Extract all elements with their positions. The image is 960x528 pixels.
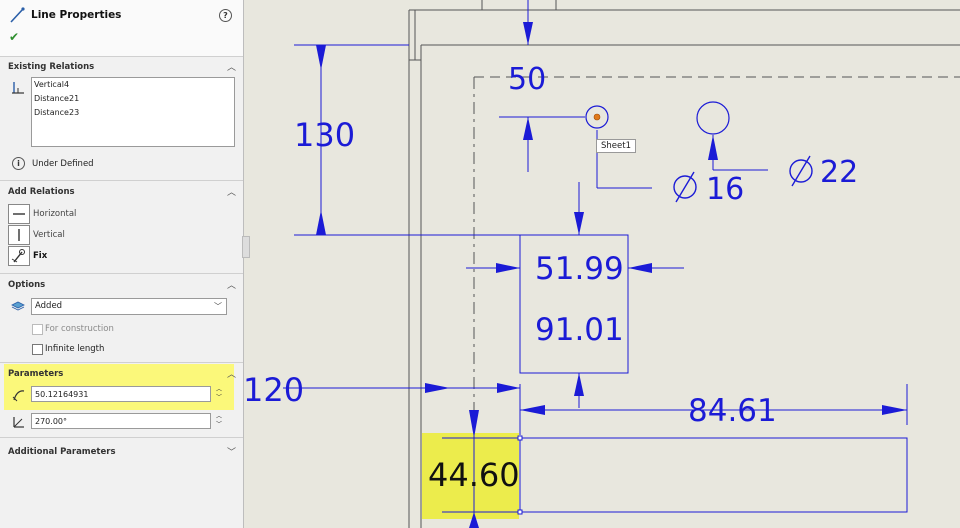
options-selected-value: Added: [35, 301, 63, 311]
for-construction-label: For construction: [45, 324, 114, 334]
dimension-130[interactable]: 130: [294, 116, 355, 154]
help-icon[interactable]: ?: [219, 9, 232, 22]
dimension-91-01[interactable]: 91.01: [535, 312, 624, 348]
divider: [0, 180, 243, 181]
infinite-length-label: Infinite length: [45, 344, 105, 354]
dimension-diameter-16[interactable]: 16: [706, 172, 744, 207]
list-item[interactable]: Vertical4: [32, 78, 234, 92]
panel-header: Line Properties ? ✔: [0, 0, 243, 57]
list-item[interactable]: Distance21: [32, 92, 234, 106]
lower-rectangle-sketch[interactable]: [519, 437, 908, 513]
additional-parameters-header[interactable]: Additional Parameters ﹀: [0, 445, 243, 459]
dimension-50[interactable]: 50: [508, 62, 546, 97]
expand-chevron-icon[interactable]: ﹀: [227, 445, 236, 458]
vertical-icon: [18, 229, 20, 241]
parameters-header[interactable]: Parameters ︿: [0, 367, 243, 381]
line-icon: [10, 7, 25, 23]
property-manager-panel: Line Properties ? ✔ Existing Relations ︿…: [0, 0, 244, 528]
options-label: Options: [8, 280, 46, 290]
angle-spinner[interactable]: ︿ ﹀: [213, 413, 225, 429]
existing-relations-label: Existing Relations: [8, 62, 95, 72]
existing-relations-list[interactable]: Vertical4 Distance21 Distance23: [31, 77, 235, 147]
sheet-border: [408, 0, 960, 528]
additional-parameters-label: Additional Parameters: [8, 447, 116, 457]
dimension-51-99[interactable]: 51.99: [535, 251, 624, 287]
endpoint-handle[interactable]: [517, 509, 523, 515]
vertical-label: Vertical: [33, 230, 65, 240]
collapse-chevron-icon[interactable]: ︿: [227, 278, 236, 291]
layer-icon: [11, 301, 25, 311]
fix-relation-button[interactable]: [8, 246, 30, 266]
circle-sketch[interactable]: [696, 101, 730, 135]
relations-icon: [12, 82, 24, 94]
panel-title: Line Properties: [31, 9, 122, 21]
divider: [0, 273, 243, 274]
divider: [0, 437, 243, 438]
dimension-44-60[interactable]: 44.60: [428, 456, 520, 494]
definition-status: Under Defined: [32, 159, 94, 169]
length-input[interactable]: 50.12164931: [31, 386, 211, 402]
dimension-diameter-22[interactable]: 22: [820, 155, 858, 190]
endpoint-handle[interactable]: [517, 435, 523, 441]
chevron-down-icon[interactable]: ﹀: [214, 299, 222, 314]
options-select[interactable]: Added ﹀: [31, 298, 227, 315]
center-point[interactable]: [593, 113, 601, 121]
length-icon: [12, 390, 25, 402]
vertical-relation-button[interactable]: [8, 225, 30, 245]
infinite-length-checkbox[interactable]: [32, 344, 43, 355]
horizontal-relation-button[interactable]: [8, 204, 30, 224]
horizontal-icon: [13, 213, 25, 215]
collapse-chevron-icon[interactable]: ︿: [227, 367, 236, 380]
fix-anchor-icon: [11, 249, 25, 263]
info-icon: i: [12, 157, 25, 170]
dimension-120[interactable]: 120: [243, 371, 304, 409]
length-spinner[interactable]: ︿ ﹀: [213, 386, 225, 402]
add-relations-label: Add Relations: [8, 187, 75, 197]
parameters-label: Parameters: [8, 369, 64, 379]
list-item[interactable]: Distance23: [32, 106, 234, 120]
angle-icon: [13, 417, 24, 428]
angle-input[interactable]: 270.00°: [31, 413, 211, 429]
options-header[interactable]: Options ︿: [0, 278, 243, 292]
add-relations-header[interactable]: Add Relations ︿: [0, 185, 243, 199]
fix-label: Fix: [33, 251, 48, 261]
existing-relations-header[interactable]: Existing Relations ︿: [0, 60, 243, 74]
collapse-chevron-icon[interactable]: ︿: [227, 60, 236, 73]
ok-check-icon[interactable]: ✔: [9, 30, 19, 44]
divider: [0, 362, 243, 363]
collapse-chevron-icon[interactable]: ︿: [227, 185, 236, 198]
for-construction-checkbox[interactable]: [32, 324, 43, 335]
sheet-tooltip: Sheet1: [596, 139, 636, 153]
dimension-84-61[interactable]: 84.61: [688, 393, 777, 429]
horizontal-label: Horizontal: [33, 209, 77, 219]
